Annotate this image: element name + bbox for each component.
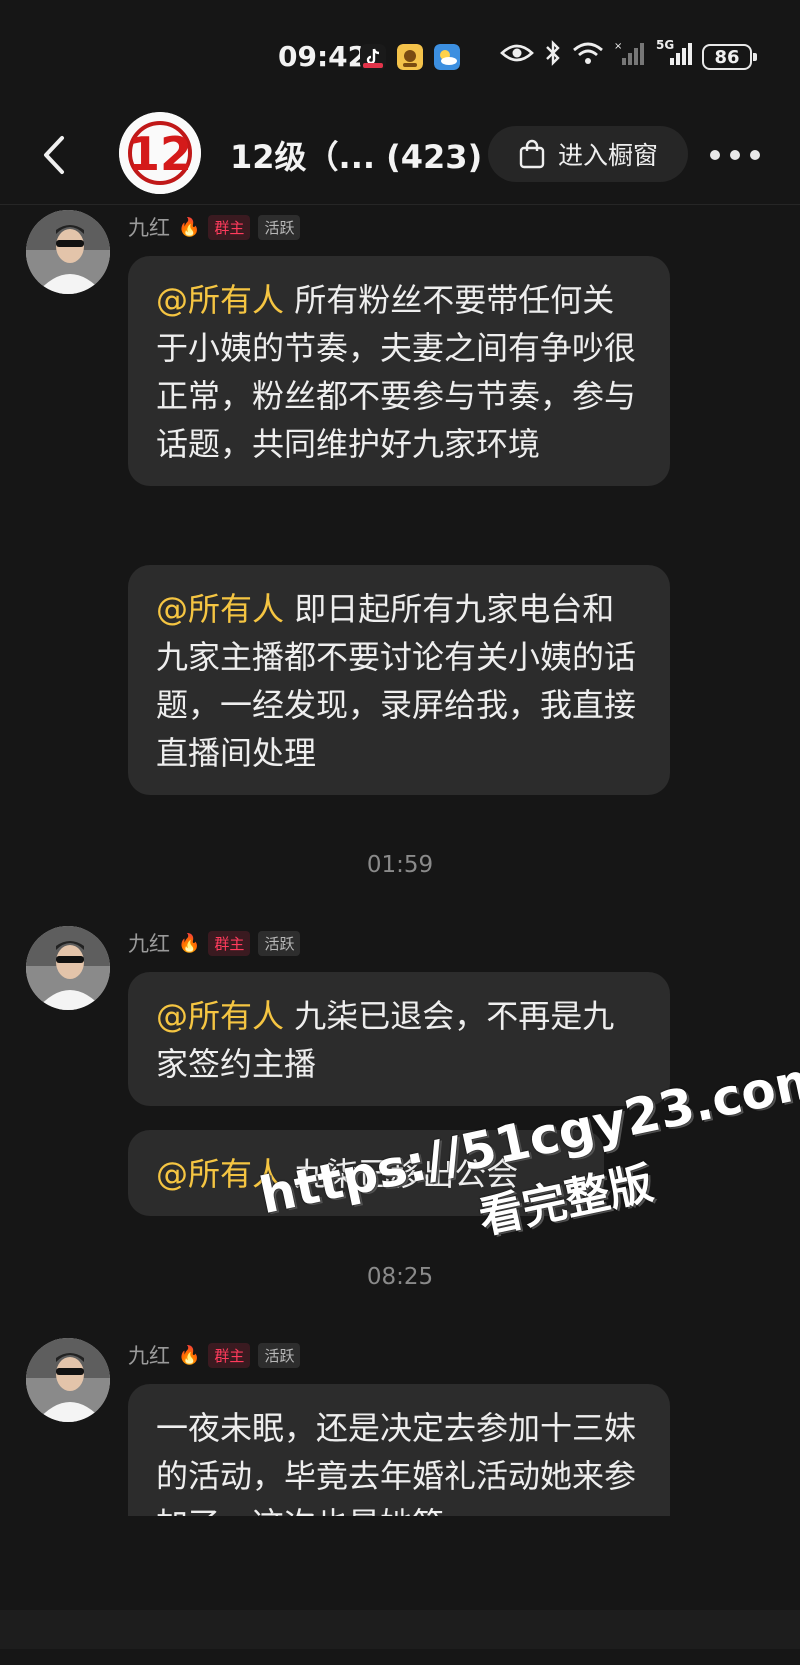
status-time: 09:42 (278, 40, 368, 73)
sender-name: 九红 (128, 1344, 170, 1368)
mention-all[interactable]: @所有人 (156, 1155, 284, 1193)
message-bubble[interactable]: 一夜未眠，还是决定去参加十三妹的活动，毕竟去年婚礼活动她来参加了，这次也是她答 (128, 1384, 670, 1534)
active-badge: 活跃 (258, 930, 301, 956)
group-title[interactable]: 12级（... (423) (230, 132, 482, 178)
sender-avatar[interactable] (26, 926, 110, 1010)
bluetooth-icon (546, 40, 560, 66)
mention-all[interactable]: @所有人 (156, 997, 284, 1035)
group-logo-icon: 12 (119, 112, 201, 194)
fire-icon: 🔥 (178, 932, 201, 954)
sender-info: 九红 🔥 群主 活跃 (128, 212, 301, 242)
message-bubble[interactable]: @所有人 九柒已移出公会 (128, 1130, 604, 1216)
active-badge: 活跃 (258, 214, 301, 240)
sender-avatar[interactable] (26, 210, 110, 294)
input-bar[interactable] (0, 1610, 800, 1649)
wifi-icon (573, 42, 603, 64)
person-avatar-icon (26, 210, 110, 294)
message-bubble[interactable]: @所有人 所有粉丝不要带任何关于小姨的节奏，夫妻之间有争吵很正常，粉丝都不要参与… (128, 256, 670, 486)
svg-text:12: 12 (128, 127, 192, 181)
time-divider: 08:25 (366, 1264, 434, 1290)
mention-all[interactable]: @所有人 (156, 281, 284, 319)
signal-5g-icon: 5G (656, 38, 692, 66)
message-bubble[interactable]: @所有人 即日起所有九家电台和九家主播都不要讨论有关小姨的话题，一经发现，录屏给… (128, 565, 670, 795)
mention-all[interactable]: @所有人 (156, 590, 284, 628)
chat-header: 12 12级（... (423) 进入橱窗 (0, 110, 800, 205)
owner-badge: 群主 (208, 1342, 251, 1368)
back-arrow-icon[interactable] (36, 132, 76, 178)
shopping-bag-icon (519, 139, 545, 169)
sender-avatar[interactable] (26, 1338, 110, 1422)
fire-icon: 🔥 (178, 216, 201, 238)
sender-name: 九红 (128, 932, 170, 956)
battery-indicator: 86 (702, 44, 757, 70)
more-options-icon[interactable] (710, 140, 760, 170)
status-icons: × 5G (500, 38, 692, 66)
status-bar: 09:42 × 5G 86 (0, 0, 800, 110)
owner-badge: 群主 (208, 930, 251, 956)
battery-level: 86 (714, 46, 740, 68)
person-avatar-icon (26, 1338, 110, 1422)
eye-icon (500, 44, 534, 62)
enter-showcase-button[interactable]: 进入橱窗 (488, 126, 688, 182)
sender-info: 九红 🔥 群主 活跃 (128, 928, 301, 958)
app-icon (397, 44, 423, 70)
douyin-icon (360, 44, 386, 70)
message-text: 九柒已移出公会 (294, 1155, 519, 1193)
sender-info: 九红 🔥 群主 活跃 (128, 1340, 301, 1370)
message-bubble[interactable]: @所有人 九柒已退会，不再是九家签约主播 (128, 972, 670, 1106)
owner-badge: 群主 (208, 214, 251, 240)
enter-showcase-label: 进入橱窗 (557, 141, 658, 170)
svg-text:×: × (614, 41, 622, 52)
sender-name: 九红 (128, 216, 170, 240)
signal-icon: × (614, 41, 644, 65)
person-avatar-icon (26, 926, 110, 1010)
weather-icon (434, 44, 460, 70)
time-divider: 01:59 (366, 852, 434, 878)
active-badge: 活跃 (258, 1342, 301, 1368)
fire-icon: 🔥 (178, 1344, 201, 1366)
group-avatar[interactable]: 12 (119, 112, 201, 194)
